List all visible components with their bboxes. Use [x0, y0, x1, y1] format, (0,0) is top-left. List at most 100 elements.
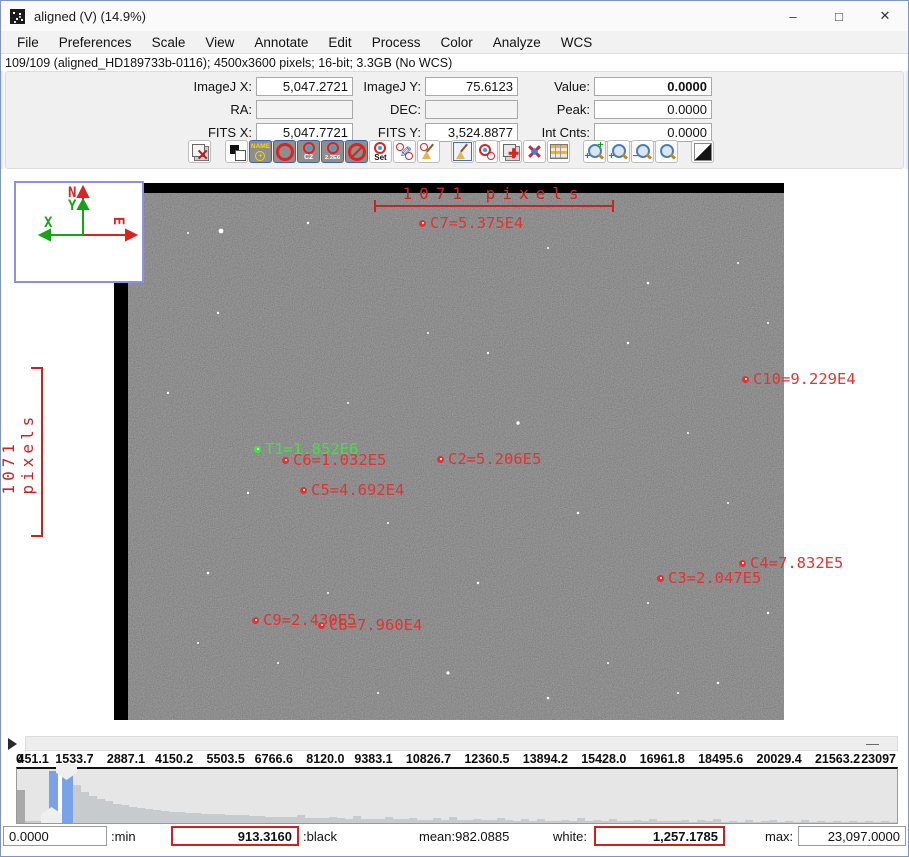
- left-ruler-label: 1071 pixels: [0, 410, 37, 495]
- histogram-bar: [513, 821, 521, 823]
- histogram-bar: [489, 820, 497, 823]
- zoom-out-icon: −: [634, 143, 652, 161]
- expand-triangle-icon[interactable]: [8, 738, 17, 750]
- levels-field-row: 0.0000 :min 913.3160 :black mean:982.088…: [1, 826, 909, 848]
- info-panel: ImageJ X: 5,047.2721 ImageJ Y: 75.6123 V…: [5, 71, 904, 169]
- histogram-bar: [689, 822, 697, 823]
- histogram-bar: [569, 821, 577, 823]
- histogram-bar: [177, 812, 185, 823]
- histogram-bar: [273, 817, 281, 823]
- menu-file[interactable]: File: [1, 31, 49, 53]
- menu-preferences[interactable]: Preferences: [49, 31, 142, 53]
- centroid-button[interactable]: [523, 140, 546, 163]
- histogram-bar: [817, 821, 825, 823]
- zoom-to-fit-button[interactable]: [655, 140, 678, 163]
- histogram-bar: [401, 819, 409, 823]
- min-field[interactable]: 0.0000: [3, 826, 107, 846]
- window-title: aligned (V) (14.9%): [34, 9, 146, 24]
- histogram-bar: [73, 785, 81, 823]
- menu-color[interactable]: Color: [430, 31, 482, 53]
- ra-label: RA:: [124, 102, 252, 117]
- delete-slice-button[interactable]: ✕: [188, 140, 211, 163]
- menu-process[interactable]: Process: [362, 31, 431, 53]
- top-ruler-line: [374, 205, 614, 207]
- histogram-bar: [121, 805, 129, 823]
- scale-tick: 4150.2: [155, 752, 193, 766]
- compass-y-label: Y: [68, 198, 76, 214]
- histogram-bar: [289, 817, 297, 823]
- title-bar: aligned (V) (14.9%) – □ ✕: [1, 1, 908, 31]
- aperture-c2-toggle[interactable]: C2: [297, 140, 320, 163]
- histogram-bar: [265, 817, 273, 823]
- minimize-button[interactable]: –: [770, 1, 816, 31]
- collapse-icon[interactable]: —: [866, 737, 879, 750]
- align-stack-button[interactable]: ✚: [499, 140, 522, 163]
- histogram-bar: [457, 820, 465, 823]
- histogram-bar: [505, 820, 513, 823]
- aperture-set-button[interactable]: Set: [369, 140, 392, 163]
- left-ruler-line: [41, 367, 43, 537]
- copy-contrast-button[interactable]: [225, 140, 248, 163]
- aperture-toggle[interactable]: [273, 140, 296, 163]
- black-level-field[interactable]: 913.3160: [171, 826, 299, 846]
- histogram-bar: [881, 821, 889, 823]
- zoom-in-button[interactable]: +: [607, 140, 630, 163]
- histogram-bar: [25, 821, 33, 823]
- histogram-bar: [321, 818, 329, 823]
- name-annotation-toggle[interactable]: NAME +: [249, 140, 272, 163]
- histogram-bar: [313, 818, 321, 823]
- scale-tick: 5503.5: [207, 752, 245, 766]
- mean-readout: mean:982.0885: [419, 829, 509, 844]
- red-x-icon: ✕: [196, 148, 209, 163]
- histogram-bar: [465, 820, 473, 823]
- histogram-collapse-track[interactable]: —: [25, 736, 898, 751]
- astro-image[interactable]: [114, 183, 784, 720]
- histogram-bar: [577, 818, 585, 823]
- histogram-plot[interactable]: [16, 767, 898, 824]
- white-level-field[interactable]: 1,257.1785: [594, 826, 725, 846]
- left-scale-ruler: 1071 pixels: [19, 367, 47, 537]
- histogram-bar: [353, 816, 361, 823]
- max-field[interactable]: 23,097.0000: [798, 826, 906, 846]
- menu-wcs[interactable]: WCS: [551, 31, 603, 53]
- histogram-bar: [889, 822, 897, 823]
- histogram-bar: [169, 812, 177, 823]
- histogram-bar: [721, 822, 729, 823]
- app-window: aligned (V) (14.9%) – □ ✕ File Preferenc…: [0, 0, 909, 857]
- centroid-star-icon: [526, 143, 543, 160]
- maximize-button[interactable]: □: [816, 1, 862, 31]
- histogram-bar: [385, 817, 393, 823]
- edit-apertures-button[interactable]: ✎: [393, 140, 416, 163]
- menu-view[interactable]: View: [195, 31, 244, 53]
- sweep-apertures-button[interactable]: [417, 140, 440, 163]
- clear-overlay-button[interactable]: [451, 140, 474, 163]
- image-status-line: 109/109 (aligned_HD189733b-0116); 4500x3…: [1, 54, 908, 71]
- fits-x-label: FITS X:: [124, 125, 252, 140]
- histogram-bar: [521, 819, 529, 823]
- aperture-delete-toggle[interactable]: [345, 140, 368, 163]
- measurements-table-button[interactable]: [547, 140, 570, 163]
- close-button[interactable]: ✕: [862, 1, 908, 31]
- menu-edit[interactable]: Edit: [318, 31, 361, 53]
- histogram-bar: [665, 821, 673, 823]
- histogram-bar: [713, 819, 721, 823]
- zoom-out-button[interactable]: −: [631, 140, 654, 163]
- broom-icon: [454, 143, 471, 160]
- peak-field: 0.0000: [594, 100, 712, 119]
- menu-annotate[interactable]: Annotate: [244, 31, 318, 53]
- scale-tick: 16961.8: [640, 752, 685, 766]
- histogram-bar: [113, 804, 121, 823]
- multi-aperture-button[interactable]: [475, 140, 498, 163]
- histogram-bar: [297, 815, 305, 823]
- menu-analyze[interactable]: Analyze: [483, 31, 551, 53]
- menu-scale[interactable]: Scale: [142, 31, 196, 53]
- histogram-bar: [217, 814, 225, 823]
- aperture-counts-toggle[interactable]: 2.2E6: [321, 140, 344, 163]
- zoom-in-fast-button[interactable]: ++: [583, 140, 606, 163]
- histogram-bar: [593, 820, 601, 823]
- scale-tick: 8120.0: [306, 752, 344, 766]
- histogram-bar: [145, 809, 153, 823]
- histogram-bar: [633, 820, 641, 823]
- invert-lut-button[interactable]: [691, 140, 714, 163]
- histogram-bar: [873, 822, 881, 823]
